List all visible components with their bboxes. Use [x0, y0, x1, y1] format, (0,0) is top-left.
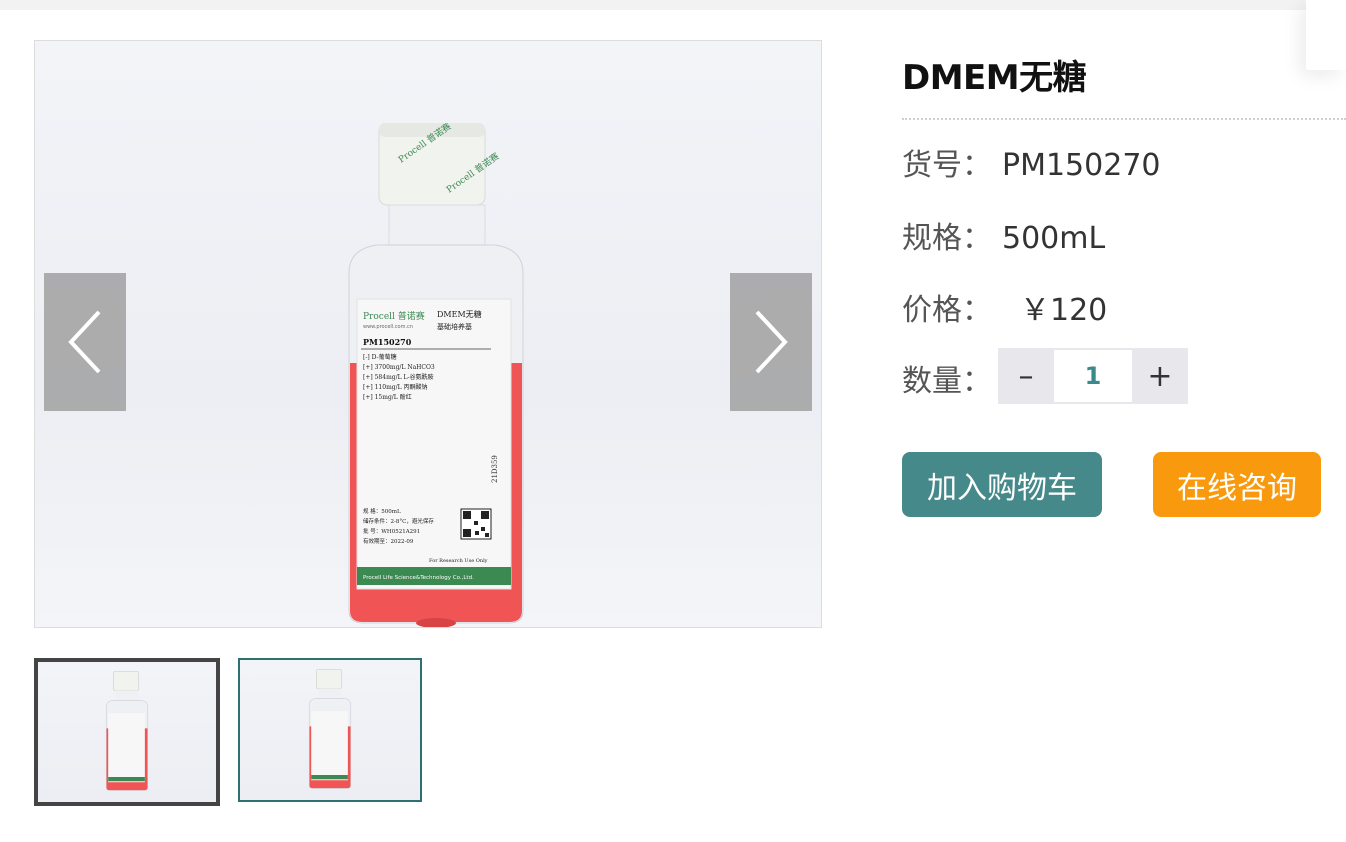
bottle-brand: Procell 普诺赛 — [363, 310, 425, 322]
bottle-footer: Procell Life Science&Technology Co.,Ltd. — [363, 575, 474, 581]
add-to-cart-button[interactable]: 加入购物车 — [902, 452, 1102, 517]
bottle-product-sub: 基础培养基 — [437, 322, 472, 331]
sku-label: 货号： — [902, 148, 992, 183]
next-image-button[interactable] — [730, 273, 812, 411]
bottle-ingredient: [+] 3700mg/L NaHCO3 — [363, 364, 435, 371]
quantity-stepper: – + — [998, 348, 1188, 404]
quantity-label: 数量： — [902, 364, 992, 399]
top-bar — [0, 0, 1346, 10]
price-label: 价格： — [902, 293, 992, 328]
bottle-product-name: DMEM无糖 — [437, 309, 482, 319]
bottle-website: www.procell.com.cn — [363, 324, 413, 330]
decrease-quantity-button[interactable]: – — [998, 348, 1054, 404]
price-row: 价格： ￥120 — [902, 285, 1107, 329]
sku-value: PM150270 — [1002, 148, 1161, 183]
floating-panel-edge — [1306, 0, 1346, 70]
spec-value: 500mL — [1002, 221, 1106, 256]
bottle-code: PM150270 — [363, 337, 412, 347]
prev-image-button[interactable] — [44, 273, 126, 411]
quantity-input[interactable] — [1054, 350, 1132, 402]
increase-quantity-button[interactable]: + — [1132, 348, 1188, 404]
bottle-lot-line: 批 号：WH0521A291 — [363, 527, 420, 535]
quantity-row: 数量： — [902, 356, 992, 400]
chevron-left-icon — [68, 310, 101, 374]
thumbnail-2[interactable] — [238, 658, 422, 802]
sku-row: 货号： PM150270 — [902, 140, 1161, 184]
bottle-ingredient: [+] 584mg/L L-谷氨酰胺 — [363, 373, 434, 381]
bottle-thumbnail-image — [308, 669, 352, 789]
bottle-storage-line: 储存条件：2-8°C，避光保存 — [363, 517, 434, 525]
qr-code-icon — [460, 508, 492, 540]
bottle-expiry-line: 有效期至：2022-09 — [363, 537, 414, 545]
bottle-ingredient: [+] 15mg/L 酚红 — [363, 393, 412, 401]
product-title: DMEM无糖 — [902, 58, 1087, 98]
bottle-side-code: 21D359 — [491, 455, 499, 483]
thumbnail-1[interactable] — [34, 658, 220, 806]
bottle-ingredient: [+] 110mg/L 丙酮酸钠 — [363, 383, 428, 391]
bottle-research: For Research Use Only — [429, 558, 488, 564]
spec-label: 规格： — [902, 221, 992, 256]
online-consult-button[interactable]: 在线咨询 — [1153, 452, 1321, 517]
bottle-spec-line: 规 格：500mL — [363, 507, 401, 515]
title-divider — [902, 118, 1346, 120]
spec-row: 规格： 500mL — [902, 213, 1105, 257]
bottle-thumbnail-image — [105, 671, 149, 791]
bottle-illustration: Procell 普诺赛 Procell 普诺赛 Procell 普诺赛 www.… — [331, 120, 541, 627]
bottle-ingredient: [-] D-葡萄糖 — [363, 353, 397, 361]
chevron-right-icon — [755, 310, 788, 374]
product-main-image: Procell 普诺赛 Procell 普诺赛 Procell 普诺赛 www.… — [34, 40, 822, 628]
price-value: ￥120 — [1020, 293, 1108, 328]
